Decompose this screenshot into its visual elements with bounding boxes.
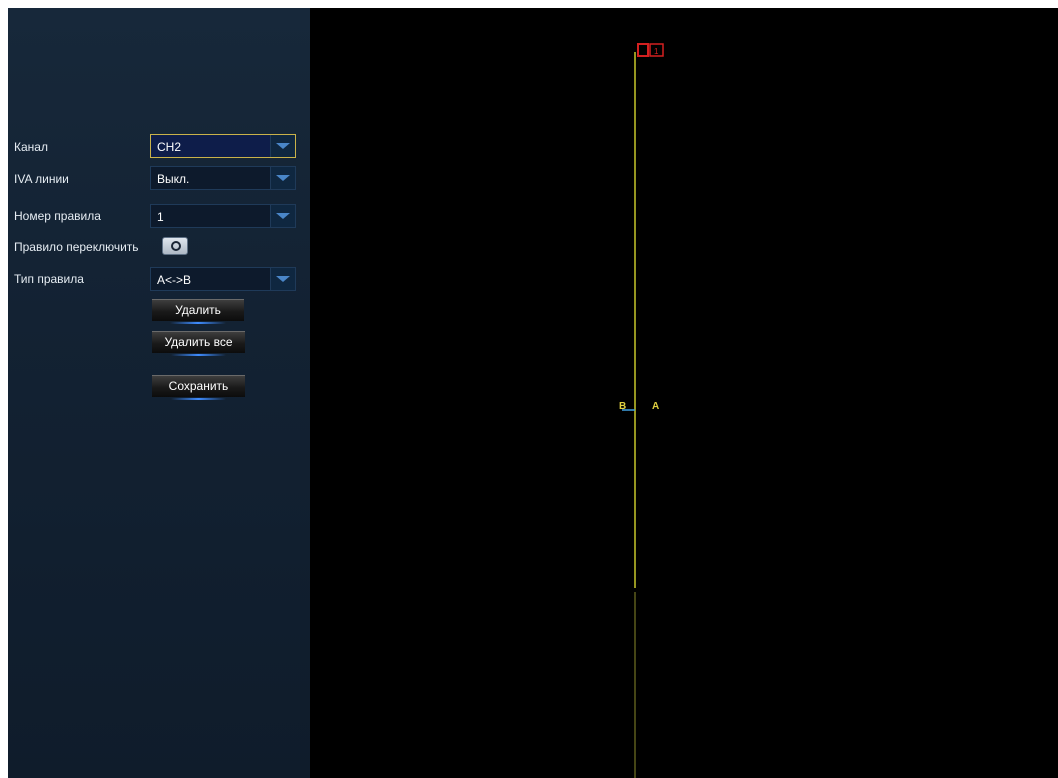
line-id-text: 1 xyxy=(654,47,659,56)
delete-all-button[interactable]: Удалить все xyxy=(152,331,245,356)
rule-switch-label: Правило переключить xyxy=(14,240,139,254)
video-preview[interactable]: 1 B A xyxy=(310,8,1058,778)
rule-type-label: Тип правила xyxy=(14,272,84,286)
save-button[interactable]: Сохранить xyxy=(152,375,245,400)
channel-value: CH2 xyxy=(157,140,182,154)
delete-button[interactable]: Удалить xyxy=(152,299,244,324)
iva-lines-value: Выкл. xyxy=(157,172,190,186)
channel-select[interactable]: CH2 xyxy=(150,134,296,158)
iva-lines-label: IVA линии xyxy=(14,172,69,186)
chevron-down-icon[interactable] xyxy=(270,268,295,290)
settings-panel: Канал CH2 IVA линии Выкл. Номер правила … xyxy=(8,8,310,778)
point-a-label: A xyxy=(652,401,659,412)
rule-number-label: Номер правила xyxy=(14,209,101,223)
chevron-down-icon[interactable] xyxy=(270,205,295,227)
rule-type-select[interactable]: A<->B xyxy=(150,267,296,291)
line-start-handle[interactable] xyxy=(637,43,649,57)
rule-switch-toggle[interactable] xyxy=(162,237,188,255)
chevron-down-icon[interactable] xyxy=(270,135,295,157)
chevron-down-icon[interactable] xyxy=(270,167,295,189)
iva-line-overlay: 1 B A xyxy=(619,43,664,778)
iva-lines-select[interactable]: Выкл. xyxy=(150,166,296,190)
channel-label: Канал xyxy=(14,140,48,154)
rule-number-select[interactable]: 1 xyxy=(150,204,296,228)
rule-type-value: A<->B xyxy=(157,273,192,287)
iva-settings-screen: Канал CH2 IVA линии Выкл. Номер правила … xyxy=(8,8,1058,778)
point-b-label: B xyxy=(619,401,626,412)
rule-number-value: 1 xyxy=(157,210,164,224)
